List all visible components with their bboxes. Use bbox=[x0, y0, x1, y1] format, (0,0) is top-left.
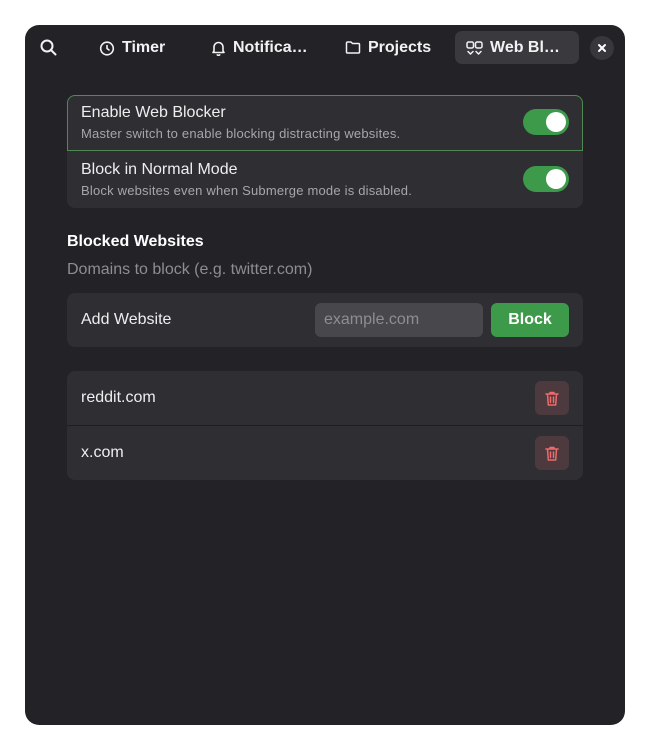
web-blocker-settings: Enable Web Blocker Master switch to enab… bbox=[67, 95, 583, 208]
close-icon bbox=[598, 44, 606, 52]
tab-web-blocker[interactable]: Web Bl… bbox=[455, 31, 579, 64]
setting-enable-web-blocker: Enable Web Blocker Master switch to enab… bbox=[67, 95, 583, 151]
enable-web-blocker-toggle[interactable] bbox=[523, 109, 569, 135]
tab-projects-label: Projects bbox=[368, 38, 432, 56]
section-title: Blocked Websites bbox=[67, 233, 204, 250]
close-button[interactable] bbox=[590, 36, 614, 60]
trash-icon bbox=[545, 446, 559, 461]
add-website-label: Add Website bbox=[81, 311, 172, 328]
app-window: Timer Notifica… Projects Web Bl… Enable … bbox=[25, 25, 625, 725]
tab-web-blocker-label: Web Bl… bbox=[490, 38, 560, 56]
add-website-row: Add Website Block bbox=[67, 293, 583, 347]
list-item: x.com bbox=[67, 426, 583, 480]
setting-title: Enable Web Blocker bbox=[81, 104, 226, 121]
tab-bar: Timer Notifica… Projects Web Bl… bbox=[25, 25, 625, 71]
website-input[interactable] bbox=[315, 303, 483, 337]
setting-description: Master switch to enable blocking distrac… bbox=[81, 126, 401, 141]
search-button[interactable] bbox=[37, 31, 59, 64]
tab-notifications-label: Notifica… bbox=[233, 38, 308, 56]
site-domain: x.com bbox=[81, 444, 124, 461]
blocked-sites-list: reddit.com x.com bbox=[67, 371, 583, 480]
block-normal-mode-toggle[interactable] bbox=[523, 166, 569, 192]
block-button[interactable]: Block bbox=[491, 303, 569, 337]
setting-title: Block in Normal Mode bbox=[81, 161, 238, 178]
web-blocker-icon bbox=[466, 40, 483, 55]
setting-description: Block websites even when Submerge mode i… bbox=[81, 183, 413, 198]
search-icon bbox=[40, 39, 56, 56]
folder-icon bbox=[345, 41, 361, 54]
toggle-knob bbox=[546, 169, 566, 189]
delete-site-button[interactable] bbox=[535, 381, 569, 415]
site-domain: reddit.com bbox=[81, 389, 156, 406]
toggle-knob bbox=[546, 112, 566, 132]
list-item: reddit.com bbox=[67, 371, 583, 426]
clock-icon bbox=[99, 40, 115, 56]
delete-site-button[interactable] bbox=[535, 436, 569, 470]
bell-icon bbox=[212, 41, 225, 56]
tab-timer-label: Timer bbox=[122, 38, 166, 56]
trash-icon bbox=[545, 391, 559, 406]
section-description: Domains to block (e.g. twitter.com) bbox=[67, 261, 313, 278]
tab-notifications[interactable]: Notifica… bbox=[211, 31, 308, 64]
setting-block-in-normal-mode: Block in Normal Mode Block websites even… bbox=[67, 152, 583, 208]
tab-timer[interactable]: Timer bbox=[99, 31, 165, 64]
tab-projects[interactable]: Projects bbox=[345, 31, 431, 64]
